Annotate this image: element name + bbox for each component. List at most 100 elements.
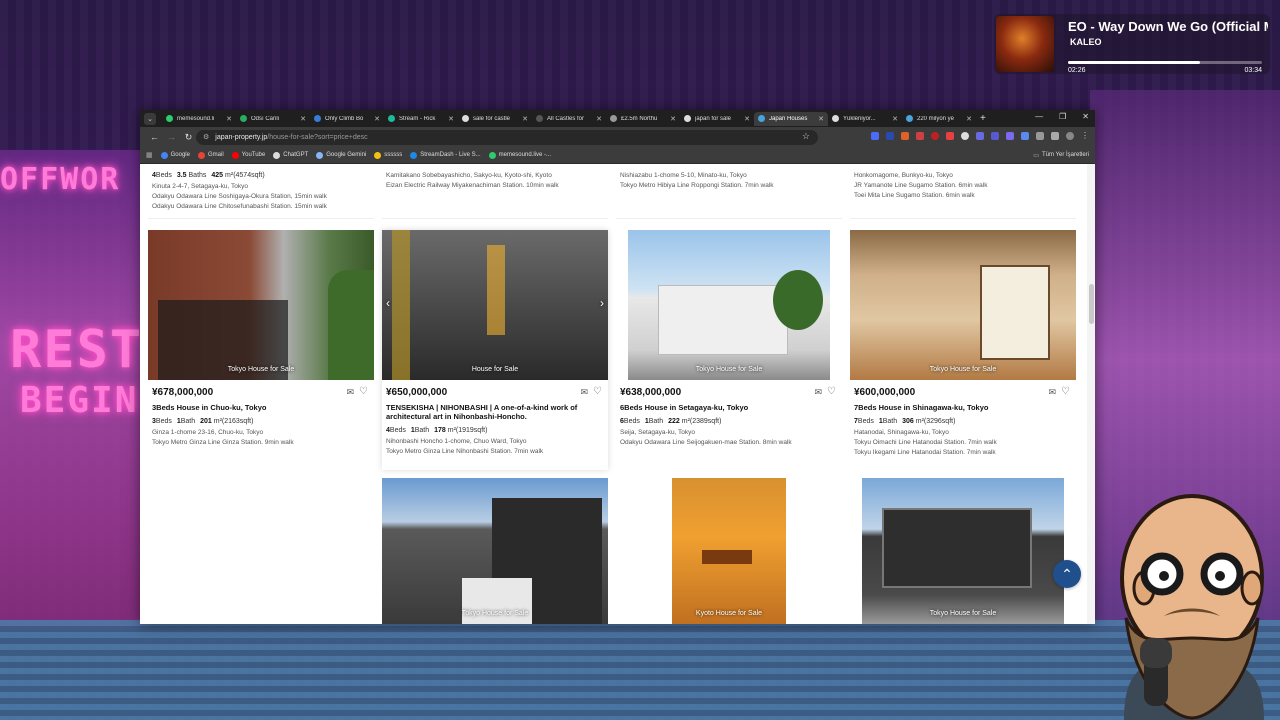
menu-kebab-icon[interactable]: ⋮ [1081, 131, 1089, 140]
listing-card[interactable]: Nishiazabu 1-chome 5-10, Minato-ku, Toky… [616, 164, 842, 219]
tab-search-button[interactable]: ⌄ [144, 112, 156, 125]
listing-station: Odakyu Odawara Line Chitosefunabashi Sta… [152, 203, 327, 210]
browser-tab[interactable]: japan for sale ✕ [680, 112, 754, 126]
close-tab-icon[interactable]: ✕ [300, 115, 306, 123]
extension-icon[interactable] [1006, 131, 1014, 140]
listing-photo[interactable]: Tokyo House for Sale [628, 230, 830, 380]
puzzle-icon[interactable] [1036, 131, 1044, 140]
extension-icon[interactable] [976, 131, 984, 140]
bookmark-item[interactable]: YouTube [231, 151, 265, 159]
site-info-icon[interactable]: ⚙ [203, 133, 209, 141]
extension-icon[interactable] [886, 131, 894, 140]
mail-icon[interactable]: ✉ [346, 387, 354, 398]
listing-card[interactable]: Tokyo House for Sale [382, 478, 608, 624]
close-tab-icon[interactable]: ✕ [374, 115, 380, 123]
listing-card[interactable]: 4Beds 3.5 Baths 425 m²(4574sqft) Kinuta … [148, 164, 374, 219]
listing-photo[interactable]: Tokyo House for Sale [382, 478, 608, 624]
heart-icon[interactable]: ♡ [359, 386, 368, 397]
bookmark-star-icon[interactable]: ☆ [802, 131, 810, 142]
bookmark-item[interactable]: memesound.live -... [488, 151, 551, 159]
browser-tab[interactable]: sale for castle ✕ [458, 112, 532, 126]
listing-card[interactable]: ‹ › House for Sale ¥650,000,000 ✉ ♡ TENS… [382, 230, 608, 470]
bookmark-item[interactable]: ssssss [374, 151, 402, 159]
track-time-current: 02:26 [1068, 67, 1086, 74]
listing-card[interactable]: Tokyo House for Sale ¥600,000,000 ✉ ♡ 7B… [850, 230, 1076, 470]
back-arrow-icon[interactable]: ← [146, 132, 163, 142]
browser-tab[interactable]: Only Climb Bo ✕ [310, 112, 384, 126]
listing-card[interactable]: Kamitakano Sobebayashicho, Sakyo-ku, Kyo… [382, 164, 608, 219]
close-tab-icon[interactable]: ✕ [596, 115, 602, 123]
minimize-icon[interactable]: — [1035, 112, 1043, 121]
address-bar[interactable]: ⚙ japan-property.jp/house-for-sale?sort=… [196, 129, 818, 145]
media-controls-icon[interactable] [1051, 131, 1059, 140]
listing-card[interactable]: Tokyo House for Sale ¥678,000,000 ✉ ♡ 3B… [148, 230, 374, 470]
close-tab-icon[interactable]: ✕ [892, 115, 898, 123]
heart-icon[interactable]: ♡ [593, 386, 602, 397]
extension-icon[interactable] [946, 131, 954, 140]
listing-title[interactable]: 3Beds House in Chuo-ku, Tokyo [152, 403, 370, 412]
other-bookmarks[interactable]: ▭ Tüm Yer İşaretleri [1033, 152, 1089, 159]
browser-tab[interactable]: All Castles for ✕ [532, 112, 606, 126]
close-tab-icon[interactable]: ✕ [670, 115, 676, 123]
chevron-right-icon[interactable]: › [600, 296, 604, 310]
close-tab-icon[interactable]: ✕ [744, 115, 750, 123]
profile-icon[interactable] [1066, 131, 1074, 140]
page-scrollbar[interactable] [1087, 164, 1095, 624]
listing-card[interactable]: Tokyo House for Sale [850, 478, 1076, 624]
browser-tab[interactable]: Yükleniyor... ✕ [828, 112, 902, 126]
mail-icon[interactable]: ✉ [1048, 387, 1056, 398]
mail-icon[interactable]: ✉ [580, 387, 588, 398]
listing-title[interactable]: 6Beds House in Setagaya-ku, Tokyo [620, 403, 838, 412]
bookmark-item[interactable]: Gmail [197, 151, 224, 159]
browser-tab[interactable]: Japan Houses ✕ [754, 111, 828, 126]
scroll-to-top-button[interactable]: ⌃ [1053, 560, 1081, 588]
scrollbar-thumb[interactable] [1089, 284, 1094, 324]
listing-card[interactable]: Honkomagome, Bunkyo-ku, Tokyo JR Yamanot… [850, 164, 1076, 219]
listing-card[interactable]: Kyoto House for Sale [616, 478, 842, 624]
extension-icon[interactable] [871, 131, 879, 140]
extension-icon[interactable] [931, 131, 939, 140]
browser-tab[interactable]: Odsı Canlı ✕ [236, 112, 310, 126]
close-tab-icon[interactable]: ✕ [522, 115, 528, 123]
apps-grid-icon[interactable]: ▦ [146, 151, 153, 159]
heart-icon[interactable]: ♡ [1061, 386, 1070, 397]
forward-arrow-icon[interactable]: → [163, 132, 180, 142]
new-tab-button[interactable]: + [980, 113, 986, 124]
mail-icon[interactable]: ✉ [814, 387, 822, 398]
bookmark-favicon-icon [316, 151, 324, 159]
listing-photo[interactable]: Tokyo House for Sale [850, 230, 1076, 380]
listing-photo[interactable]: Kyoto House for Sale [672, 478, 786, 624]
bookmark-item[interactable]: Google Gemini [316, 151, 366, 159]
close-tab-icon[interactable]: ✕ [966, 115, 972, 123]
bookmark-item[interactable]: StreamDash - Live S... [410, 151, 481, 159]
extension-icon[interactable] [901, 131, 909, 140]
listing-title[interactable]: TENSEKISHA | NIHONBASHI | A one-of-a-kin… [386, 403, 604, 421]
browser-tab[interactable]: £2.5m Northu ✕ [606, 112, 680, 126]
close-window-icon[interactable]: ✕ [1082, 112, 1089, 121]
close-tab-icon[interactable]: ✕ [818, 115, 824, 123]
close-tab-icon[interactable]: ✕ [448, 115, 454, 123]
listing-photo[interactable]: Tokyo House for Sale [862, 478, 1064, 624]
listing-title[interactable]: 7Beds House in Shinagawa-ku, Tokyo [854, 403, 1072, 412]
tree [328, 270, 374, 380]
extension-icon[interactable] [1021, 131, 1029, 140]
close-tab-icon[interactable]: ✕ [226, 115, 232, 123]
browser-tab[interactable]: memesound.li ✕ [162, 112, 236, 126]
chevron-left-icon[interactable]: ‹ [386, 296, 390, 310]
listing-photo[interactable]: ‹ › House for Sale [382, 230, 608, 380]
extension-icon[interactable] [961, 131, 969, 140]
browser-tab[interactable]: 220 milyon ye ✕ [902, 112, 976, 126]
reload-icon[interactable]: ↻ [180, 132, 197, 143]
extension-icon[interactable] [916, 131, 924, 140]
heart-icon[interactable]: ♡ [827, 386, 836, 397]
favicon-icon [240, 115, 247, 122]
bookmark-item[interactable]: ChatGPT [273, 151, 308, 159]
listing-card[interactable] [148, 478, 374, 624]
maximize-icon[interactable]: ❐ [1059, 112, 1066, 121]
listing-photo[interactable] [148, 478, 374, 624]
listing-photo[interactable]: Tokyo House for Sale [148, 230, 374, 380]
bookmark-item[interactable]: Google [160, 151, 190, 159]
listing-card[interactable]: Tokyo House for Sale ¥638,000,000 ✉ ♡ 6B… [616, 230, 842, 470]
extension-icon[interactable] [991, 131, 999, 140]
browser-tab[interactable]: Stream - Rick ✕ [384, 112, 458, 126]
